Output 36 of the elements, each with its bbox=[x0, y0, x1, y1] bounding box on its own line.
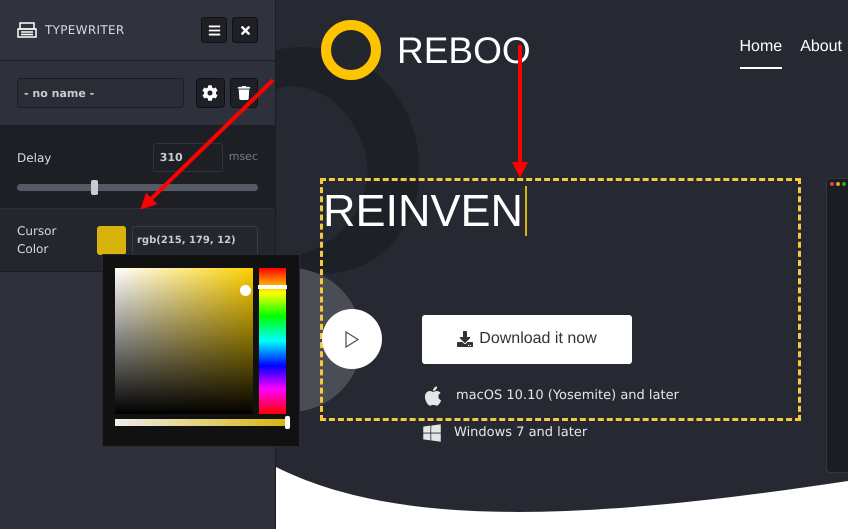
delay-label: Delay bbox=[17, 150, 52, 166]
close-button[interactable] bbox=[232, 17, 258, 43]
download-button[interactable]: Download it now bbox=[422, 314, 632, 364]
typewriter-icon bbox=[17, 22, 37, 38]
trash-icon bbox=[236, 86, 251, 100]
menu-icon bbox=[208, 24, 220, 36]
download-icon bbox=[457, 331, 474, 347]
apple-icon bbox=[422, 385, 444, 407]
close-icon bbox=[238, 24, 252, 36]
opacity-thumb[interactable] bbox=[285, 416, 290, 429]
settings-button[interactable] bbox=[196, 78, 224, 108]
delay-field[interactable]: 310 bbox=[152, 143, 223, 172]
hue-thumb[interactable] bbox=[258, 284, 287, 289]
unit-label: msec bbox=[228, 149, 258, 166]
platform-label: macOS 10.10 (Yosemite) and later bbox=[456, 387, 679, 406]
text-cursor bbox=[525, 186, 528, 236]
delete-button[interactable] bbox=[230, 78, 258, 108]
headline: REINVEN bbox=[323, 188, 524, 233]
menu-button[interactable] bbox=[201, 17, 227, 43]
windows-icon bbox=[422, 423, 442, 443]
panel-title: TYPEWRITER bbox=[45, 22, 124, 39]
delay-slider-thumb[interactable] bbox=[91, 180, 98, 195]
preset-name-field[interactable]: - no name - bbox=[17, 78, 184, 108]
nav-link[interactable]: About bbox=[800, 35, 842, 69]
settings-icon bbox=[202, 85, 218, 101]
play-icon bbox=[345, 330, 359, 348]
platform-label: Windows 7 and later bbox=[454, 424, 588, 442]
brand-name: REBOO bbox=[397, 32, 531, 68]
cursor-color-label: Cursor Color bbox=[17, 223, 58, 258]
hue-slider[interactable] bbox=[259, 268, 286, 414]
saturation-thumb[interactable] bbox=[240, 285, 251, 296]
color-swatch[interactable] bbox=[97, 226, 126, 254]
opacity-slider[interactable] bbox=[115, 419, 289, 426]
saturation-area[interactable] bbox=[115, 268, 253, 414]
nav-link[interactable]: Home bbox=[740, 35, 782, 69]
color-value-field[interactable]: rgb(215, 179, 12) bbox=[132, 226, 258, 254]
